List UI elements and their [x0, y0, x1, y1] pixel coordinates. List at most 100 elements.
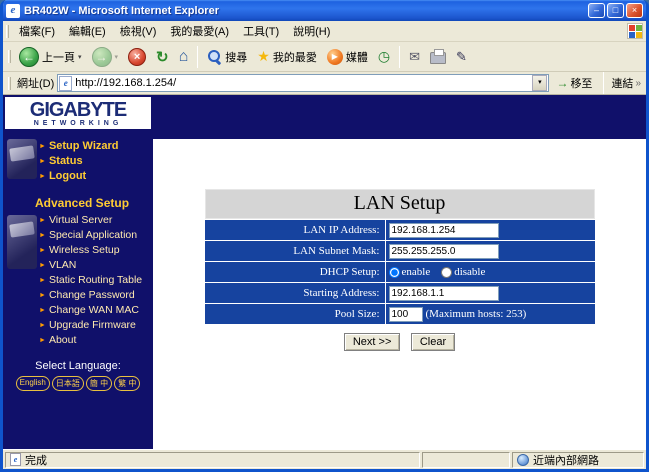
forward-icon: →	[91, 46, 112, 67]
history-icon: ◷	[377, 48, 391, 64]
subnet-mask-label: LAN Subnet Mask:	[293, 245, 380, 257]
pool-size-input[interactable]	[388, 306, 423, 322]
menu-help[interactable]: 說明(H)	[286, 21, 337, 41]
setup-table: LAN Setup LAN IP Address: LAN Subnet Mas…	[204, 189, 595, 324]
lang-english-button[interactable]: English	[15, 376, 50, 391]
window-title: BR402W - Microsoft Internet Explorer	[24, 4, 219, 17]
sidebar-item-status[interactable]: ► Status	[39, 154, 119, 169]
standard-toolbar: ← 上一頁 ▾ → ▾ × ↻ ⌂ 搜尋 ★ 我的最愛 ▶ 媒體 ◷ ✉ ✎	[3, 42, 646, 72]
menu-edit[interactable]: 編輯(E)	[62, 21, 113, 41]
url-dropdown-button[interactable]: ▾	[532, 75, 548, 91]
window-controls: – □ ×	[588, 3, 643, 18]
dhcp-enable-option[interactable]: enable	[388, 266, 431, 278]
forward-button[interactable]: → ▾	[87, 45, 124, 69]
links-bar[interactable]: 連結 »	[611, 75, 644, 91]
sidebar-item-change-wan-mac[interactable]: ► Change WAN MAC	[39, 303, 142, 318]
advanced-section-body: ► Virtual Server ► Special Application ► Wi…	[3, 213, 153, 348]
security-zone-panel: 近端內部網路	[512, 451, 644, 468]
address-field: e ▾	[57, 74, 550, 92]
menu-view[interactable]: 檢視(V)	[113, 21, 164, 41]
back-button[interactable]: ← 上一頁 ▾	[14, 45, 87, 69]
edit-icon: ✎	[455, 48, 467, 64]
next-button[interactable]: Next >>	[343, 333, 401, 351]
stop-icon: ×	[128, 47, 147, 66]
sidebar-item-special-application[interactable]: ► Special Application	[39, 228, 142, 243]
sidebar-item-virtual-server[interactable]: ► Virtual Server	[39, 213, 142, 228]
main-content: LAN Setup LAN IP Address: LAN Subnet Mas…	[153, 139, 646, 449]
favorites-button[interactable]: ★ 我的最愛	[252, 46, 322, 67]
back-dropdown-icon[interactable]: ▾	[78, 53, 82, 61]
ie-icon: e	[6, 3, 20, 18]
home-button[interactable]: ⌂	[174, 46, 194, 68]
zone-text: 近端內部網路	[533, 454, 599, 467]
lan-ip-input[interactable]	[388, 222, 499, 238]
mail-button[interactable]: ✉	[404, 47, 425, 67]
url-input[interactable]	[75, 77, 530, 89]
sidebar-item-static-routing-table[interactable]: ► Static Routing Table	[39, 273, 142, 288]
bullet-arrow-icon: ►	[39, 217, 46, 224]
bullet-arrow-icon: ►	[39, 307, 46, 314]
dhcp-enable-radio[interactable]	[388, 266, 400, 278]
title-bar[interactable]: e BR402W - Microsoft Internet Explorer –…	[3, 0, 646, 21]
close-button[interactable]: ×	[626, 3, 643, 18]
links-chevron-icon: »	[635, 77, 641, 89]
edit-button[interactable]: ✎	[451, 47, 472, 67]
media-button[interactable]: ▶ 媒體	[322, 47, 373, 67]
search-label: 搜尋	[225, 51, 248, 64]
starting-address-cell	[384, 283, 595, 303]
lang-japanese-button[interactable]: 日本語	[51, 376, 84, 391]
menu-favorites[interactable]: 我的最愛(A)	[163, 21, 236, 41]
lang-traditional-chinese-button[interactable]: 繁 中	[114, 376, 141, 391]
sidebar-item-about[interactable]: ► About	[39, 333, 142, 348]
sidebar-item-label: Special Application	[48, 229, 138, 241]
sidebar-item-label: Logout	[48, 170, 87, 182]
sidebar-item-setup-wizard[interactable]: ► Setup Wizard	[39, 139, 119, 154]
logo-text: GIGABYTE	[29, 99, 127, 121]
maximize-button[interactable]: □	[607, 3, 624, 18]
sidebar-advanced-section: Advanced Setup ► Virtual Server ► Special …	[3, 196, 153, 348]
subnet-mask-input[interactable]	[388, 243, 499, 259]
sidebar-item-change-password[interactable]: ► Change Password	[39, 288, 142, 303]
favorites-star-icon: ★	[257, 48, 270, 64]
form-buttons: Next >> Clear	[153, 332, 646, 351]
status-bar: e 完成 近端內部網路	[3, 449, 646, 469]
address-label: 網址(D)	[17, 78, 55, 90]
document-icon: e	[10, 453, 21, 466]
clear-button[interactable]: Clear	[410, 333, 456, 351]
dhcp-disable-radio[interactable]	[441, 266, 453, 278]
sidebar-item-upgrade-firmware[interactable]: ► Upgrade Firmware	[39, 318, 142, 333]
bullet-arrow-icon: ►	[39, 247, 46, 254]
history-button[interactable]: ◷	[373, 46, 395, 67]
refresh-button[interactable]: ↻	[151, 46, 174, 68]
lan-ip-cell	[384, 220, 595, 240]
menu-file[interactable]: 檔案(F)	[12, 21, 62, 41]
address-grip[interactable]	[8, 76, 11, 90]
language-label: Select Language:	[35, 360, 121, 372]
dhcp-disable-option[interactable]: disable	[441, 266, 485, 278]
print-button[interactable]	[425, 47, 451, 66]
starting-address-input[interactable]	[388, 285, 499, 301]
sidebar-item-wireless-setup[interactable]: ► Wireless Setup	[39, 243, 142, 258]
stop-button[interactable]: ×	[123, 46, 151, 68]
menu-grip[interactable]	[6, 24, 9, 38]
bullet-arrow-icon: ►	[39, 337, 46, 344]
starting-address-label: Starting Address:	[303, 287, 380, 299]
minimize-button[interactable]: –	[588, 3, 605, 18]
bullet-arrow-icon: ►	[39, 158, 46, 165]
sidebar-item-vlan[interactable]: ► VLAN	[39, 258, 142, 273]
dhcp-enable-label: enable	[401, 266, 431, 278]
status-text: 完成	[25, 454, 47, 467]
toolbar-separator	[197, 45, 199, 68]
sidebar-item-label: Setup Wizard	[48, 140, 119, 152]
menu-tools[interactable]: 工具(T)	[236, 21, 286, 41]
home-icon: ⌂	[178, 47, 189, 65]
media-icon: ▶	[326, 48, 343, 65]
bullet-arrow-icon: ►	[39, 322, 46, 329]
lang-simplified-chinese-button[interactable]: 簡 中	[85, 376, 113, 391]
search-button[interactable]: 搜尋	[202, 47, 252, 67]
sidebar-item-logout[interactable]: ► Logout	[39, 169, 119, 184]
page-viewport: GIGABYTE NETWORKING ► Setup Wizard ► Statu…	[3, 95, 646, 449]
go-button[interactable]: → 移至	[552, 74, 596, 92]
go-label: 移至	[570, 78, 593, 90]
toolbar-grip[interactable]	[8, 50, 11, 63]
